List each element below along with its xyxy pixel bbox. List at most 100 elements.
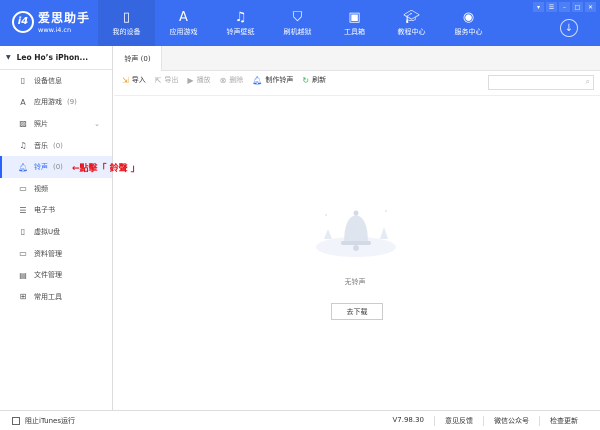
book-icon: ☰	[19, 205, 27, 215]
window-controls: ▾ ☰ – □ ✕	[533, 2, 596, 12]
sidebar-item-label: 电子书	[34, 206, 55, 215]
search-input[interactable]: ⌕	[488, 75, 594, 90]
image-icon: ▨	[19, 119, 27, 129]
sidebar-item-photos[interactable]: ▨ 照片 ⌄	[0, 113, 112, 135]
nav-toolbox[interactable]: ▣ 工具箱	[326, 0, 383, 46]
nav-label: 刷机越狱	[283, 28, 312, 36]
nav-service[interactable]: ◉ 服务中心	[440, 0, 497, 46]
sidebar-item-label: 常用工具	[34, 292, 62, 301]
graduation-cap-icon: 🎓︎	[403, 10, 420, 25]
sidebar-item-label: 资料管理	[34, 249, 62, 258]
play-button[interactable]: ▶ 播放	[187, 75, 210, 85]
import-button[interactable]: ⇲ 导入	[122, 75, 146, 85]
device-name: Leo Ho’s iPhon...	[16, 53, 89, 62]
menu-icon[interactable]: ☰	[546, 2, 557, 12]
sidebar-item-label: 音乐	[34, 141, 48, 150]
close-icon[interactable]: ✕	[585, 2, 596, 12]
sidebar-item-common-tools[interactable]: ⊞ 常用工具	[0, 286, 112, 308]
collapse-triangle-icon: ▼	[6, 54, 11, 61]
chevron-down-icon[interactable]: ⌄	[94, 120, 100, 128]
compass-icon: ◉	[462, 10, 475, 25]
make-ringtone-button[interactable]: 🔔︎ 制作铃声	[252, 75, 293, 85]
sidebar-item-video[interactable]: ▭ 视频	[0, 178, 112, 200]
make-ringtone-label: 制作铃声	[265, 76, 294, 84]
sidebar-item-label: 视频	[34, 184, 48, 193]
sidebar-item-apps[interactable]: A 应用游戏 (9)	[0, 92, 112, 114]
sidebar-item-label: 虚拟U盘	[34, 227, 61, 236]
empty-state-text: 无铃声	[344, 278, 366, 286]
import-label: 导入	[131, 76, 146, 84]
status-bar: 阻止iTunes运行 V7.98.30 意见反馈 微信公众号 检查更新	[0, 410, 600, 430]
logo-mark: i4	[12, 10, 34, 33]
delete-icon: ⊗	[219, 75, 227, 85]
nav-label: 服务中心	[454, 28, 483, 36]
video-icon: ▭	[19, 184, 27, 194]
divider	[114, 95, 600, 96]
folder-icon: ▭	[19, 249, 27, 259]
nav-label: 工具箱	[344, 28, 365, 36]
delete-label: 删除	[229, 76, 244, 84]
sidebar-item-music[interactable]: ♫ 音乐 (0)	[0, 135, 112, 157]
sidebar-item-ebooks[interactable]: ☰ 电子书	[0, 200, 112, 222]
play-label: 播放	[196, 76, 211, 84]
music-icon: ♫	[19, 141, 27, 151]
sidebar: ▼ Leo Ho’s iPhon... ▯ 设备信息 A 应用游戏 (9) ▨ 照片 ⌄ ♫…	[0, 46, 113, 410]
sidebar-item-file-management[interactable]: ▤ 文件管理	[0, 264, 112, 286]
sidebar-item-count: (9)	[67, 98, 77, 107]
maximize-icon[interactable]: □	[572, 2, 583, 12]
refresh-button[interactable]: ↻ 刷新	[302, 75, 326, 85]
nav-label: 我的设备	[112, 28, 141, 36]
nav-my-device[interactable]: ▯ 我的设备	[98, 0, 155, 46]
sidebar-item-count: (0)	[53, 163, 63, 172]
check-update-link[interactable]: 检查更新	[539, 416, 588, 426]
logo-url: www.i4.cn	[38, 26, 72, 34]
nav-label: 应用游戏	[169, 28, 198, 36]
device-selector[interactable]: ▼ Leo Ho’s iPhon...	[0, 46, 112, 70]
toolbar: ⇲ 导入 ⇱ 导出 ▶ 播放 ⊗ 删除 🔔︎ 制作铃声 ↻ 刷新	[122, 75, 326, 85]
refresh-icon: ↻	[302, 75, 310, 85]
download-icon[interactable]: ↓	[560, 19, 578, 37]
nav-label: 铃声壁纸	[226, 28, 255, 36]
device-icon: ▯	[20, 76, 26, 86]
export-label: 导出	[164, 76, 179, 84]
file-icon: ▤	[19, 270, 27, 280]
go-download-button[interactable]: 去下载	[331, 303, 383, 320]
export-icon: ⇱	[154, 75, 162, 85]
nav-flash-jailbreak[interactable]: ⛉ 刷机越狱	[269, 0, 326, 46]
search-icon: ⌕	[585, 77, 590, 86]
grid-icon: ⊞	[19, 292, 27, 302]
empty-bell-illustration	[316, 210, 396, 257]
sidebar-item-label: 照片	[34, 119, 48, 128]
annotation-text: ←點擊「 鈴聲 」	[72, 164, 140, 174]
app-store-icon: A	[179, 10, 188, 25]
sidebar-item-label: 铃声	[34, 163, 48, 172]
sidebar-item-device-info[interactable]: ▯ 设备信息	[0, 70, 112, 92]
tab-ringtones[interactable]: 铃声 (0)	[114, 46, 162, 71]
skin-icon[interactable]: ▾	[533, 2, 544, 12]
sidebar-item-label: 应用游戏	[34, 98, 62, 107]
app-icon: A	[20, 97, 26, 107]
sidebar-item-label: 设备信息	[34, 76, 62, 85]
feedback-link[interactable]: 意见反馈	[434, 416, 483, 426]
nav-ringtones-wallpapers[interactable]: ♫ 铃声壁纸	[212, 0, 269, 46]
nav-label: 教程中心	[397, 28, 426, 36]
top-header: i4 爱思助手 www.i4.cn ▯ 我的设备 A 应用游戏 ♫ 铃声壁纸 ⛉ 刷机越狱…	[0, 0, 600, 46]
nav-tutorials[interactable]: 🎓︎ 教程中心	[383, 0, 440, 46]
toolbox-icon: ▣	[348, 10, 361, 25]
delete-button[interactable]: ⊗ 删除	[220, 75, 244, 85]
sidebar-item-count: (0)	[53, 141, 63, 150]
sidebar-item-virtual-udisk[interactable]: ▯ 虚拟U盘	[0, 221, 112, 243]
tab-bar: 铃声 (0)	[114, 46, 600, 71]
export-button[interactable]: ⇱ 导出	[155, 75, 179, 85]
play-icon: ▶	[187, 75, 194, 85]
minimize-icon[interactable]: –	[559, 2, 570, 12]
sidebar-item-data-management[interactable]: ▭ 资料管理	[0, 243, 112, 265]
block-itunes-checkbox[interactable]	[12, 416, 20, 425]
usb-icon: ▯	[20, 227, 26, 237]
nav-apps[interactable]: A 应用游戏	[155, 0, 212, 46]
version-label: V7.98.30	[392, 416, 424, 424]
shield-icon: ⛉	[292, 10, 303, 25]
refresh-label: 刷新	[312, 76, 327, 84]
wechat-link[interactable]: 微信公众号	[483, 416, 539, 426]
sidebar-item-label: 文件管理	[34, 271, 62, 280]
